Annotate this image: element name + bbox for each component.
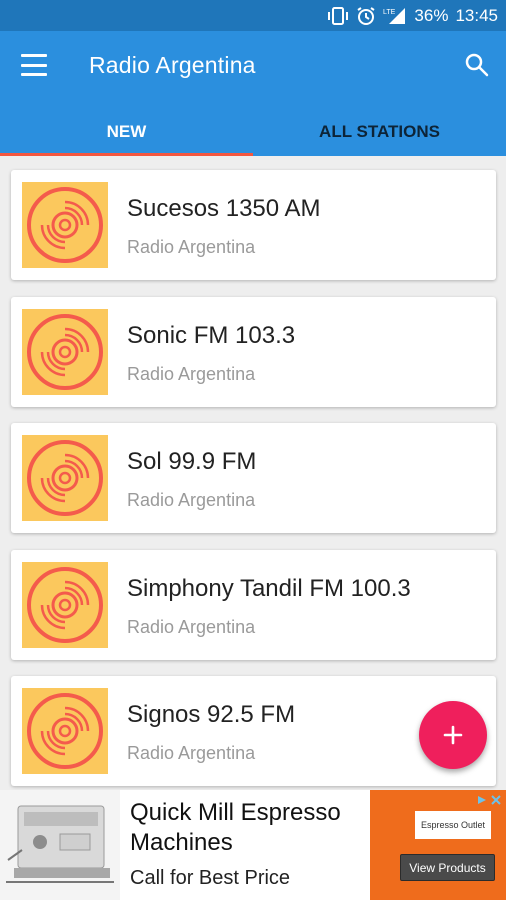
vinyl-disc-icon — [22, 182, 108, 268]
ad-choices-icon[interactable] — [476, 793, 502, 807]
ad-subline: Call for Best Price — [130, 867, 291, 889]
station-subtitle: Radio Argentina — [127, 364, 256, 384]
app-bar: Radio Argentina NEW ALL STATIONS — [0, 31, 506, 156]
vinyl-disc-icon — [22, 435, 108, 521]
app-title: Radio Argentina — [89, 52, 256, 78]
station-name: Simphony Tandil FM 100.3 — [127, 575, 411, 602]
search-icon[interactable] — [463, 51, 491, 79]
vinyl-disc-icon — [22, 562, 108, 648]
hamburger-menu-icon[interactable] — [21, 54, 47, 76]
alarm-icon — [356, 6, 376, 26]
station-card[interactable]: Sol 99.9 FM Radio Argentina — [11, 423, 496, 533]
station-name: Sucesos 1350 AM — [127, 195, 321, 222]
station-subtitle: Radio Argentina — [127, 617, 256, 637]
station-subtitle: Radio Argentina — [127, 743, 256, 763]
station-name: Sonic FM 103.3 — [127, 322, 296, 349]
station-card[interactable]: Sucesos 1350 AM Radio Argentina — [11, 170, 496, 280]
ad-banner[interactable]: Quick Mill Espresso Machines Call for Be… — [0, 790, 506, 900]
clock-time: 13:45 — [455, 5, 498, 25]
lte-signal-icon: LTE — [383, 6, 407, 26]
tab-label: ALL STATIONS — [319, 122, 440, 141]
station-name: Signos 92.5 FM — [127, 701, 296, 728]
ad-brand-panel: Espresso Outlet View Products — [370, 790, 506, 900]
ad-logo: Espresso Outlet — [415, 811, 491, 839]
battery-percent: 36% — [414, 5, 449, 25]
vinyl-disc-icon — [22, 309, 108, 395]
vibrate-icon — [327, 6, 349, 25]
tab-bar: NEW ALL STATIONS — [0, 108, 506, 156]
network-label: LTE — [383, 9, 396, 16]
station-subtitle: Radio Argentina — [127, 490, 256, 510]
espresso-machine-image — [0, 790, 120, 900]
ad-headline[interactable]: Quick Mill Espresso Machines — [130, 798, 370, 858]
view-products-button[interactable]: View Products — [400, 854, 495, 881]
tab-new[interactable]: NEW — [0, 108, 253, 156]
station-card[interactable]: Sonic FM 103.3 Radio Argentina — [11, 297, 496, 407]
tab-all-stations[interactable]: ALL STATIONS — [253, 108, 506, 156]
tab-label: NEW — [106, 122, 147, 141]
station-subtitle: Radio Argentina — [127, 237, 256, 257]
add-station-button[interactable] — [419, 701, 487, 769]
status-bar: LTE 36% 13:45 — [0, 0, 506, 31]
vinyl-disc-icon — [22, 688, 108, 774]
tab-indicator — [0, 153, 253, 156]
plus-icon — [443, 725, 463, 745]
station-name: Sol 99.9 FM — [127, 448, 257, 475]
station-card[interactable]: Simphony Tandil FM 100.3 Radio Argentina — [11, 550, 496, 660]
